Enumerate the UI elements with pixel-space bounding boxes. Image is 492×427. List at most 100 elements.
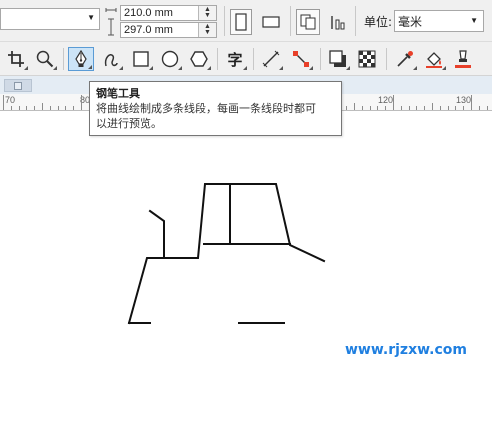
chevron-down-icon: ▼ [470, 16, 478, 25]
crop-icon [8, 51, 24, 67]
ellipse-icon [161, 50, 179, 68]
flyout-flag [346, 66, 350, 70]
zoom-tool-button[interactable] [32, 47, 58, 71]
connector-tool-button[interactable] [288, 47, 314, 71]
curve-icon [104, 54, 118, 67]
separator [253, 48, 254, 70]
connector-icon [293, 51, 309, 67]
landscape-icon [262, 16, 280, 28]
width-spinner[interactable]: ▲ ▼ [198, 6, 216, 20]
height-spinner[interactable]: ▲ ▼ [198, 23, 216, 37]
tooltip-line: 将曲线绘制成多条线段，每画一条线段时都可 [96, 102, 316, 115]
flyout-flag [309, 66, 313, 70]
smart-fill-tool-button[interactable] [450, 47, 476, 71]
separator [224, 6, 225, 36]
ruler-tick [370, 106, 371, 110]
ruler-tick [416, 106, 417, 110]
tooltip-title: 钢笔工具 [96, 87, 140, 100]
watermark: www.rjzxw.com [345, 342, 467, 358]
drawn-segment[interactable] [148, 209, 165, 257]
rectangle-tool-button[interactable] [128, 47, 154, 71]
tooltip-body: 将曲线绘制成多条线段，每画一条线段时都可 以进行预览。 [96, 101, 335, 131]
pen-icon [75, 50, 87, 67]
separator [290, 6, 291, 36]
ruler-tick [26, 106, 27, 110]
property-bar: ▼ 210.0 mm ▲ ▼ 297.0 mm ▲ ▼ 单位: 毫米 ▼ [0, 0, 492, 42]
ruler-tick [471, 95, 472, 110]
separator [355, 6, 356, 36]
ruler-tick [81, 95, 82, 110]
bar-page-icon [331, 16, 345, 30]
ruler-tick [65, 106, 66, 110]
flyout-flag [207, 66, 211, 70]
transparency-tool-button[interactable] [354, 47, 380, 71]
unit-select[interactable]: 毫米 ▼ [394, 10, 484, 32]
polygon-tool-button[interactable] [186, 47, 212, 71]
pen-tool-tooltip: 钢笔工具 将曲线绘制成多条线段，每画一条线段时都可 以进行预览。 [89, 81, 342, 136]
ruler-tick [487, 106, 488, 110]
curve-tool-button[interactable] [98, 47, 124, 71]
ruler-tick [34, 106, 35, 110]
text-tool-button[interactable]: 字 [222, 47, 248, 71]
flyout-flag [243, 66, 247, 70]
flyout-flag [279, 66, 283, 70]
portrait-button[interactable] [230, 9, 252, 35]
page-height-value: 297.0 mm [124, 24, 173, 36]
ruler-tick [432, 103, 433, 110]
ruler-tick [354, 103, 355, 110]
outline-fill-icon [455, 50, 471, 68]
ruler-tick [463, 106, 464, 110]
page-height-field[interactable]: 297.0 mm ▲ ▼ [120, 22, 217, 38]
ruler-tick [362, 106, 363, 110]
interactive-fill-tool-button[interactable] [421, 47, 447, 71]
rectangle-icon [133, 51, 149, 67]
dimension-tool-button[interactable] [258, 47, 284, 71]
separator [217, 48, 218, 70]
ruler-tick [3, 95, 4, 110]
ruler-tick [377, 106, 378, 110]
text-icon: 字 [227, 50, 243, 69]
separator [320, 48, 321, 70]
app-window: ▼ 210.0 mm ▲ ▼ 297.0 mm ▲ ▼ 单位: 毫米 ▼ 字 7… [0, 0, 492, 427]
ruler-tick [424, 106, 425, 110]
drawn-segment[interactable] [127, 183, 326, 325]
landscape-button[interactable] [258, 9, 284, 35]
ruler-tick [346, 106, 347, 110]
pages-icon [300, 14, 316, 30]
unit-label: 单位: [364, 15, 393, 29]
ellipse-tool-button[interactable] [157, 47, 183, 71]
eyedropper-tool-button[interactable] [392, 47, 418, 71]
page-width-value: 210.0 mm [124, 7, 173, 19]
ruler-tick [401, 106, 402, 110]
page-dimensions-icon [103, 5, 119, 39]
ruler-tick [385, 106, 386, 110]
flyout-flag [442, 66, 446, 70]
page-width-field[interactable]: 210.0 mm ▲ ▼ [120, 5, 217, 21]
separator [386, 48, 387, 70]
pen-tool-button[interactable] [68, 47, 94, 71]
drawing-canvas[interactable] [0, 112, 492, 427]
ruler-origin[interactable] [4, 79, 32, 92]
toolbox: 字 [0, 42, 492, 76]
transparency-icon [358, 50, 376, 68]
ruler-label: 130 [456, 95, 472, 105]
flyout-flag [413, 66, 417, 70]
portrait-icon [235, 13, 247, 31]
ruler-tick [11, 106, 12, 110]
tooltip-line: 以进行预览。 [96, 117, 162, 130]
ruler-label: 70 [5, 95, 16, 105]
current-page-button[interactable] [326, 9, 348, 35]
ruler-tick [479, 106, 480, 110]
drop-shadow-tool-button[interactable] [325, 47, 351, 71]
flyout-flag [88, 65, 92, 69]
crop-tool-button[interactable] [3, 47, 29, 71]
drop-shadow-icon [329, 50, 346, 67]
ruler-tick [448, 106, 449, 110]
drawing [127, 183, 326, 325]
all-pages-button[interactable] [296, 9, 320, 35]
ruler-tick [455, 106, 456, 110]
ruler-tick [409, 106, 410, 110]
ruler-tick [73, 106, 74, 110]
page-size-combo[interactable]: ▼ [0, 8, 100, 30]
ruler-tick [440, 106, 441, 110]
